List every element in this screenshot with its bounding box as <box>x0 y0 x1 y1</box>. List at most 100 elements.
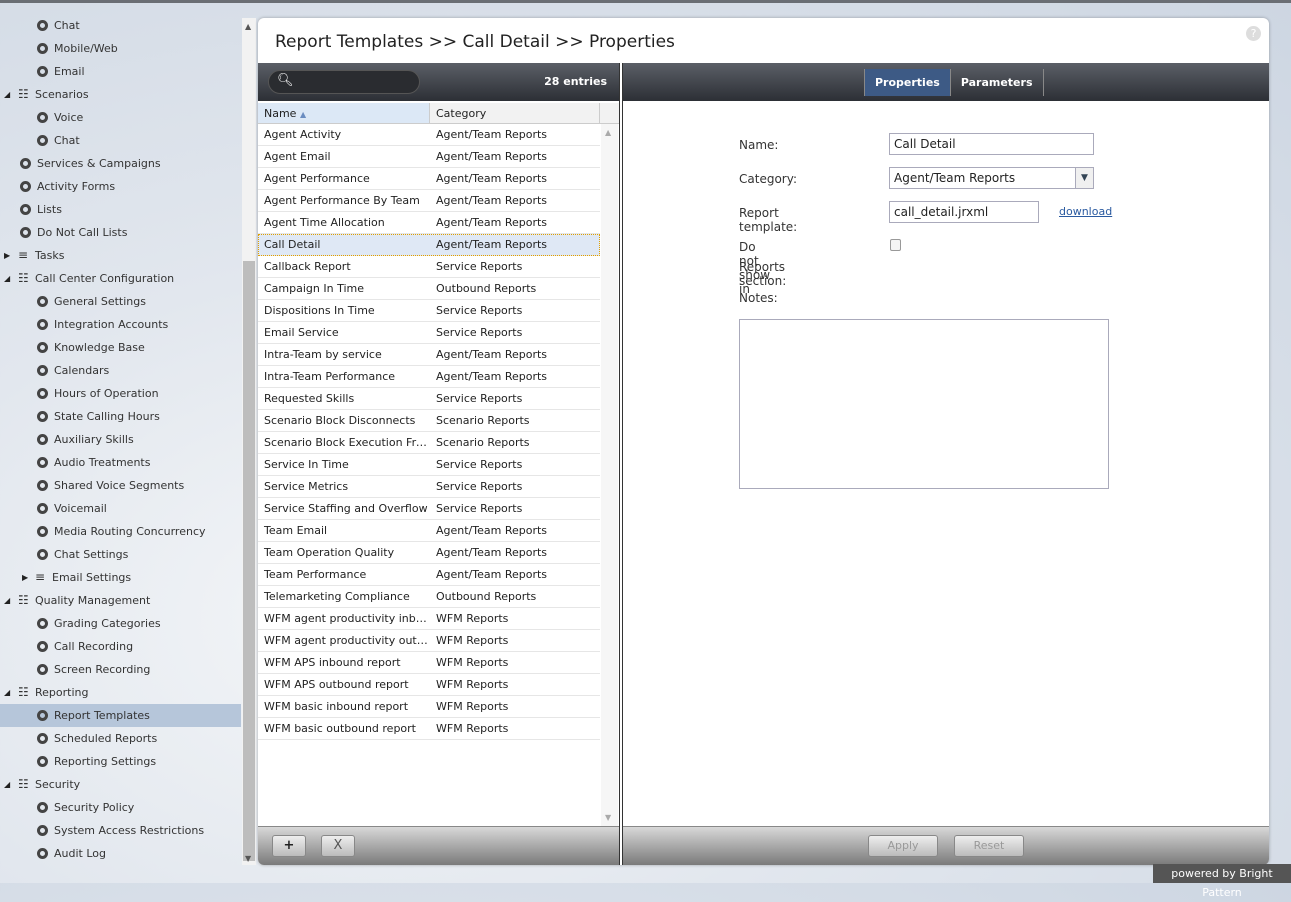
sidebar-item[interactable]: Services & Campaigns <box>0 152 241 175</box>
scroll-up-icon[interactable]: ▲ <box>605 128 611 137</box>
sidebar-item[interactable]: Screen Recording <box>0 658 241 681</box>
sidebar-item[interactable]: Email <box>0 60 241 83</box>
collapse-arrow-icon[interactable]: ◢ <box>4 274 12 283</box>
sidebar-item[interactable]: Chat <box>0 129 241 152</box>
sidebar-item[interactable]: ◢ ☷ Call Center Configuration <box>0 267 241 290</box>
delete-button[interactable]: X <box>321 835 355 857</box>
sidebar-item[interactable]: General Settings <box>0 290 241 313</box>
tab-parameters[interactable]: Parameters <box>951 69 1044 96</box>
notes-textarea[interactable] <box>739 319 1109 489</box>
collapse-arrow-icon[interactable]: ◢ <box>4 688 12 697</box>
table-row[interactable]: Requested Skills Service Reports <box>258 388 600 410</box>
add-button[interactable]: + <box>272 835 306 857</box>
table-row[interactable]: Dispositions In Time Service Reports <box>258 300 600 322</box>
sidebar-item[interactable]: Voice <box>0 106 241 129</box>
table-row[interactable]: Intra-Team Performance Agent/Team Reports <box>258 366 600 388</box>
table-row[interactable]: Agent Time Allocation Agent/Team Reports <box>258 212 600 234</box>
table-row[interactable]: Agent Email Agent/Team Reports <box>258 146 600 168</box>
scrollbar-thumb[interactable] <box>243 261 255 861</box>
column-header-name[interactable]: Name ▲ <box>258 103 430 123</box>
sidebar-item[interactable]: Mobile/Web <box>0 37 241 60</box>
expand-arrow-icon[interactable]: ▶ <box>22 573 30 582</box>
sidebar-item[interactable]: Report Templates <box>0 704 241 727</box>
sort-ascending-icon: ▲ <box>299 110 307 119</box>
cell-category: WFM Reports <box>436 722 509 735</box>
expand-arrow-icon[interactable]: ▶ <box>4 251 12 260</box>
sidebar-item[interactable]: Knowledge Base <box>0 336 241 359</box>
search-input[interactable]: 🔍︎ <box>268 70 420 94</box>
sidebar-item[interactable]: Grading Categories <box>0 612 241 635</box>
sidebar-item[interactable]: Scheduled Reports <box>0 727 241 750</box>
sidebar-item[interactable]: Auxiliary Skills <box>0 428 241 451</box>
table-row[interactable]: WFM agent productivity outbound report WF… <box>258 630 600 652</box>
sidebar-item[interactable]: Chat Settings <box>0 543 241 566</box>
name-field[interactable]: Call Detail <box>889 133 1094 155</box>
table-row[interactable]: Team Operation Quality Agent/Team Reports <box>258 542 600 564</box>
sidebar-item[interactable]: Audit Log <box>0 842 241 865</box>
hide-in-reports-checkbox[interactable] <box>890 239 901 251</box>
sidebar-item[interactable]: Integration Accounts <box>0 313 241 336</box>
chevron-down-icon[interactable]: ▼ <box>1075 168 1093 188</box>
table-row[interactable]: Scenario Block Execution Frequency Scenar… <box>258 432 600 454</box>
table-row[interactable]: Email Service Service Reports <box>258 322 600 344</box>
sidebar-item[interactable]: Do Not Call Lists <box>0 221 241 244</box>
tab-properties[interactable]: Properties <box>865 69 951 96</box>
table-row[interactable]: Call Detail Agent/Team Reports <box>258 234 600 256</box>
table-row[interactable]: WFM APS outbound report WFM Reports <box>258 674 600 696</box>
sidebar-item[interactable]: Hours of Operation <box>0 382 241 405</box>
collapse-arrow-icon[interactable]: ◢ <box>4 780 12 789</box>
sidebar-item[interactable]: ▶ ≡ Email Settings <box>0 566 241 589</box>
collapse-arrow-icon[interactable]: ◢ <box>4 90 12 99</box>
sidebar-item[interactable]: State Calling Hours <box>0 405 241 428</box>
sidebar-item[interactable]: ▶ ≡ Tasks <box>0 244 241 267</box>
table-row[interactable]: WFM basic inbound report WFM Reports <box>258 696 600 718</box>
sidebar-item[interactable]: Chat <box>0 14 241 37</box>
table-row[interactable]: Service Metrics Service Reports <box>258 476 600 498</box>
table-row[interactable]: Intra-Team by service Agent/Team Reports <box>258 344 600 366</box>
help-icon[interactable]: ? <box>1246 26 1261 41</box>
table-row[interactable]: Team Performance Agent/Team Reports <box>258 564 600 586</box>
sidebar-item[interactable]: ◢ ☷ Scenarios <box>0 83 241 106</box>
table-row[interactable]: WFM agent productivity inbound report WFM… <box>258 608 600 630</box>
table-row[interactable]: WFM basic outbound report WFM Reports <box>258 718 600 740</box>
collapse-arrow-icon[interactable]: ◢ <box>4 596 12 605</box>
table-row[interactable]: Campaign In Time Outbound Reports <box>258 278 600 300</box>
sidebar-scrollbar[interactable]: ▲ ▼ <box>242 18 256 865</box>
download-link[interactable]: download <box>1059 205 1112 218</box>
table-row[interactable]: Callback Report Service Reports <box>258 256 600 278</box>
sidebar-item[interactable]: Calendars <box>0 359 241 382</box>
table-row[interactable]: Agent Activity Agent/Team Reports <box>258 124 600 146</box>
sidebar-item[interactable]: ◢ ☷ Reporting <box>0 681 241 704</box>
scroll-down-icon[interactable]: ▼ <box>245 854 251 863</box>
table-row[interactable]: Service Staffing and Overflow Service Rep… <box>258 498 600 520</box>
sidebar-item[interactable]: Lists <box>0 198 241 221</box>
sidebar-item[interactable]: System Access Restrictions <box>0 819 241 842</box>
sidebar-item[interactable]: Call Recording <box>0 635 241 658</box>
sidebar-item[interactable]: Reporting Settings <box>0 750 241 773</box>
sidebar-item[interactable]: Shared Voice Segments <box>0 474 241 497</box>
scroll-up-icon[interactable]: ▲ <box>245 22 251 31</box>
panel-splitter[interactable] <box>619 63 623 865</box>
sidebar-item[interactable]: Audio Treatments <box>0 451 241 474</box>
apply-button[interactable]: Apply <box>868 835 938 857</box>
sidebar-item[interactable]: Media Routing Concurrency <box>0 520 241 543</box>
report-template-field[interactable]: call_detail.jrxml <box>889 201 1039 223</box>
category-select[interactable]: Agent/Team Reports ▼ <box>889 167 1094 189</box>
sidebar-item[interactable]: Activity Forms <box>0 175 241 198</box>
table-row[interactable]: Agent Performance By Team Agent/Team Repo… <box>258 190 600 212</box>
sidebar-item[interactable]: Security Policy <box>0 796 241 819</box>
table-row[interactable]: WFM APS inbound report WFM Reports <box>258 652 600 674</box>
reset-button[interactable]: Reset <box>954 835 1024 857</box>
table-row[interactable]: Telemarketing Compliance Outbound Reports <box>258 586 600 608</box>
table-row[interactable]: Agent Performance Agent/Team Reports <box>258 168 600 190</box>
table-row[interactable]: Team Email Agent/Team Reports <box>258 520 600 542</box>
scroll-down-icon[interactable]: ▼ <box>605 813 611 822</box>
column-header-category[interactable]: Category <box>430 103 600 123</box>
sidebar-item[interactable]: Voicemail <box>0 497 241 520</box>
table-row[interactable]: Scenario Block Disconnects Scenario Repor… <box>258 410 600 432</box>
sidebar-item[interactable]: ◢ ☷ Quality Management <box>0 589 241 612</box>
list-scrollbar[interactable]: ▲ ▼ <box>601 124 618 826</box>
sidebar-item-label: Reporting Settings <box>54 755 157 768</box>
sidebar-item[interactable]: ◢ ☷ Security <box>0 773 241 796</box>
table-row[interactable]: Service In Time Service Reports <box>258 454 600 476</box>
